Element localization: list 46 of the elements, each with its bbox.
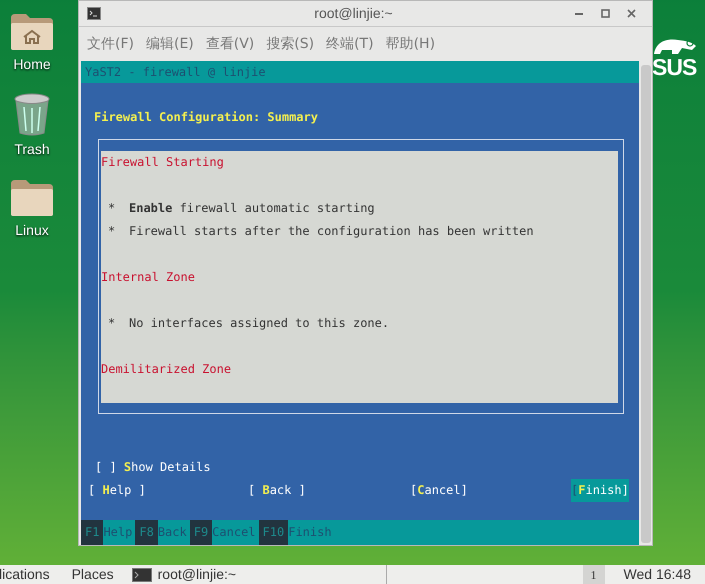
trash-icon bbox=[12, 93, 52, 137]
bullet-text: Enable firewall automatic starting bbox=[129, 200, 375, 217]
window-title: root@linjie:~ bbox=[313, 4, 393, 23]
icon-label[interactable]: Home bbox=[13, 54, 51, 75]
minimize-icon bbox=[575, 12, 583, 14]
clock[interactable]: Wed 16:48 bbox=[624, 564, 691, 584]
menu-item[interactable]: 文件(F) bbox=[87, 34, 134, 54]
places-menu[interactable]: Places bbox=[72, 564, 114, 584]
function-key[interactable]: F1 Help bbox=[81, 520, 136, 545]
section-heading: Firewall Starting bbox=[101, 155, 224, 169]
dialog-button[interactable]: [Finish] bbox=[571, 479, 629, 502]
function-key[interactable]: F9 Cancel bbox=[190, 520, 259, 545]
section-heading: Demilitarized Zone bbox=[101, 362, 232, 376]
dialog-heading: Firewall Configuration: Summary bbox=[94, 110, 318, 124]
home-folder-icon bbox=[9, 12, 55, 52]
bullet-text: No interfaces assigned to this zone. bbox=[129, 315, 390, 332]
icon-label[interactable]: Linux bbox=[15, 220, 49, 241]
dialog-button[interactable]: [Cancel] bbox=[410, 479, 468, 502]
scrollbar[interactable] bbox=[641, 65, 651, 543]
section-heading: Internal Zone bbox=[101, 270, 195, 284]
task-label: root@linjie:~ bbox=[158, 565, 236, 584]
folder-icon bbox=[9, 178, 55, 218]
dialog-button[interactable]: [ Back ] bbox=[248, 479, 306, 502]
function-key[interactable]: F10 Finish bbox=[258, 520, 335, 545]
logo: SUS bbox=[652, 36, 700, 80]
task-button[interactable]: root@linjie:~ bbox=[132, 565, 387, 584]
menu-item[interactable]: 帮助(H) bbox=[386, 34, 436, 54]
menu-item[interactable]: 搜索(S) bbox=[266, 34, 314, 54]
bullet-mark: * bbox=[108, 315, 116, 332]
bullet-mark: * bbox=[108, 200, 116, 217]
icon-label[interactable]: Trash bbox=[14, 139, 50, 160]
show-details-checkbox[interactable]: [ ] Show Details bbox=[95, 456, 211, 479]
dialog-button[interactable]: [ Help ] bbox=[88, 479, 146, 502]
bullet-mark: * bbox=[108, 223, 116, 240]
terminal-icon bbox=[87, 7, 101, 20]
function-key[interactable]: F8 Back bbox=[135, 520, 190, 545]
terminal-icon bbox=[132, 568, 152, 582]
applications-menu[interactable]: lications bbox=[0, 564, 50, 584]
menu-item[interactable]: 查看(V) bbox=[206, 34, 254, 54]
menu-item[interactable]: 编辑(E) bbox=[146, 34, 194, 54]
workspace-indicator[interactable]: 1 bbox=[582, 565, 605, 584]
maximize-icon bbox=[600, 9, 610, 18]
bullet-text: Firewall starts after the configuration has been written bbox=[129, 223, 534, 240]
yast-title: YaST2 - firewall @ linjie bbox=[85, 64, 266, 80]
close-icon bbox=[626, 9, 636, 18]
menu-item[interactable]: 终端(T) bbox=[326, 34, 374, 54]
